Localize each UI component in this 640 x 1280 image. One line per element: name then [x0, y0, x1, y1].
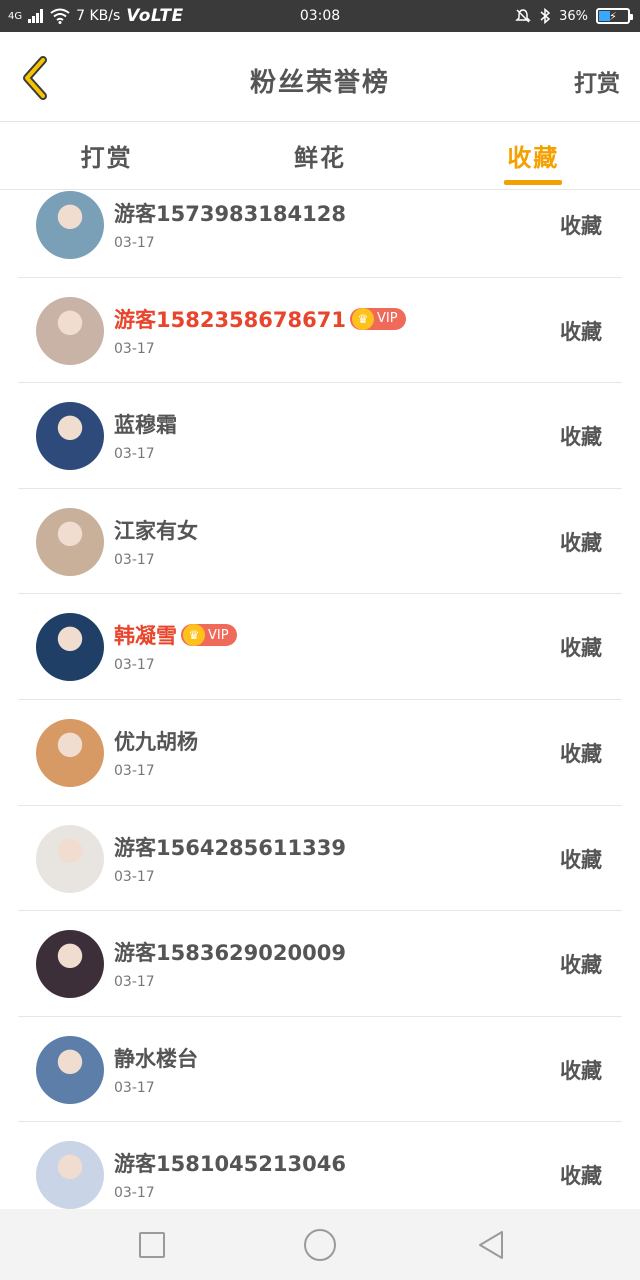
reward-button[interactable]: 打赏 — [574, 64, 620, 98]
system-nav-bar — [0, 1209, 640, 1280]
avatar[interactable] — [36, 507, 104, 576]
name-line: 游客1582358678671 ♛ VIP — [114, 304, 406, 334]
tab-flowers[interactable]: 鲜花 — [213, 122, 426, 189]
name-line: 江家有女 — [114, 515, 198, 545]
date-label: 03-17 — [114, 1079, 155, 1096]
avatar[interactable] — [36, 930, 104, 999]
avatar[interactable] — [36, 1035, 104, 1104]
user-name: 游客1564285611339 — [114, 835, 346, 860]
name-line: 优九胡杨 — [114, 726, 198, 756]
name-line: 游客1573983184128 — [114, 198, 346, 228]
name-line: 游客1581045213046 — [114, 1148, 346, 1178]
avatar[interactable] — [36, 719, 104, 787]
date-label: 03-17 — [114, 763, 155, 779]
status-bar: 4G 7 KB/s VoLTE 03:08 36% ⚡ — [0, 0, 640, 32]
list-item[interactable]: 静水楼台 03-17 收藏 — [18, 1017, 622, 1123]
fan-list[interactable]: 游客1573983184128 03-17 收藏 游客1582358678671 ♛ VI… — [0, 191, 640, 1209]
triangle-back-icon — [479, 1231, 503, 1259]
date-label: 03-17 — [114, 551, 155, 568]
recent-apps-button[interactable] — [136, 1229, 168, 1261]
user-name: 蓝穆霜 — [114, 413, 177, 438]
list-item[interactable]: 蓝穆霜 03-17 收藏 — [18, 383, 622, 489]
nav-back-button[interactable] — [476, 1229, 508, 1261]
user-name: 江家有女 — [114, 518, 198, 543]
home-button[interactable] — [302, 1227, 338, 1263]
list-item[interactable]: 游客1582358678671 ♛ VIP 03-17 收藏 — [18, 278, 622, 384]
tab-reward[interactable]: 打赏 — [0, 122, 213, 189]
favorite-action[interactable]: 收藏 — [560, 1055, 602, 1085]
list-item[interactable]: 游客1581045213046 03-17 收藏 — [18, 1122, 622, 1209]
favorite-action[interactable]: 收藏 — [560, 632, 602, 662]
bluetooth-icon — [540, 8, 551, 24]
list-item[interactable]: 游客1573983184128 03-17 收藏 — [18, 191, 622, 278]
name-line: 静水楼台 — [114, 1043, 198, 1073]
user-name: 韩凝雪 — [114, 624, 177, 649]
name-line: 蓝穆霜 — [114, 409, 177, 439]
user-name: 优九胡杨 — [114, 730, 198, 754]
avatar[interactable] — [36, 824, 104, 893]
list-item[interactable]: 优九胡杨 03-17 收藏 — [18, 700, 622, 806]
date-label: 03-17 — [114, 1185, 155, 1202]
favorite-action[interactable]: 收藏 — [560, 1160, 602, 1190]
user-name: 静水楼台 — [114, 1046, 198, 1071]
favorite-action[interactable]: 收藏 — [560, 949, 602, 979]
avatar[interactable] — [36, 191, 104, 259]
name-line: 游客1564285611339 — [114, 832, 346, 862]
crown-icon: ♛ — [351, 307, 374, 330]
favorite-action[interactable]: 收藏 — [560, 738, 602, 768]
user-name: 游客1582358678671 — [114, 307, 346, 332]
name-line: 韩凝雪 ♛ VIP — [114, 620, 237, 650]
vip-badge: ♛ VIP — [181, 624, 237, 647]
app-header: 粉丝荣誉榜 打赏 — [0, 32, 640, 122]
battery-percent: 36% — [559, 8, 588, 24]
tab-bar: 打赏 鲜花 收藏 — [0, 122, 640, 190]
favorite-action[interactable]: 收藏 — [560, 844, 602, 874]
date-label: 03-17 — [114, 446, 155, 463]
battery-icon: ⚡ — [596, 8, 633, 24]
user-name: 游客1583629020009 — [114, 941, 346, 966]
mute-bell-icon — [515, 9, 531, 23]
user-name: 游客1573983184128 — [114, 202, 346, 226]
user-name: 游客1581045213046 — [114, 1152, 346, 1177]
favorite-action[interactable]: 收藏 — [560, 421, 602, 451]
date-label: 03-17 — [114, 974, 155, 991]
date-label: 03-17 — [114, 340, 155, 357]
crown-icon: ♛ — [183, 624, 205, 647]
date-label: 03-17 — [114, 235, 155, 251]
vip-label: VIP — [376, 311, 398, 327]
square-icon — [139, 1232, 165, 1258]
favorite-action[interactable]: 收藏 — [560, 210, 602, 240]
status-right: 36% ⚡ — [515, 0, 633, 32]
name-line: 游客1583629020009 — [114, 937, 346, 967]
date-label: 03-17 — [114, 868, 155, 885]
avatar[interactable] — [36, 296, 104, 365]
tab-favorites[interactable]: 收藏 — [427, 122, 640, 189]
favorite-action[interactable]: 收藏 — [560, 527, 602, 557]
favorite-action[interactable]: 收藏 — [560, 316, 602, 346]
circle-icon — [304, 1229, 336, 1261]
list-item[interactable]: 江家有女 03-17 收藏 — [18, 489, 622, 595]
list-item[interactable]: 游客1583629020009 03-17 收藏 — [18, 911, 622, 1017]
clock: 03:08 — [299, 8, 341, 24]
avatar[interactable] — [36, 613, 104, 682]
avatar[interactable] — [36, 402, 104, 471]
vip-label: VIP — [208, 627, 229, 643]
vip-badge: ♛ VIP — [349, 307, 406, 330]
page-title: 粉丝荣誉榜 — [249, 68, 390, 98]
avatar[interactable] — [36, 1141, 104, 1209]
list-item[interactable]: 游客1564285611339 03-17 收藏 — [18, 806, 622, 912]
list-item[interactable]: 韩凝雪 ♛ VIP 03-17 收藏 — [18, 594, 622, 700]
date-label: 03-17 — [114, 657, 155, 674]
